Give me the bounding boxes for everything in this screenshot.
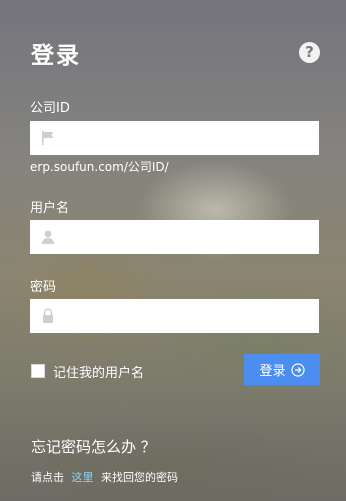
arrow-right-circle-icon — [290, 362, 305, 377]
username-input[interactable] — [62, 220, 312, 254]
password-input[interactable] — [62, 299, 312, 333]
company-id-field[interactable] — [30, 121, 319, 155]
login-button[interactable]: 登录 — [244, 354, 320, 385]
password-label: 密码 — [30, 280, 57, 295]
company-id-hint: erp.soufun.com/公司ID/ — [30, 160, 169, 174]
login-button-label: 登录 — [259, 364, 286, 379]
forgot-password-title: 忘记密码怎么办 ？ — [31, 438, 156, 456]
remember-label[interactable]: 记住我的用户名 — [53, 362, 144, 381]
username-label: 用户名 — [30, 201, 70, 216]
flag-icon — [42, 131, 54, 145]
username-field[interactable] — [30, 220, 319, 254]
lock-icon — [43, 308, 53, 323]
help-icon[interactable]: ? — [299, 42, 320, 63]
forgot-suffix: 来找回您的密码 — [101, 471, 178, 484]
recover-password-link[interactable]: 这里 — [72, 471, 94, 484]
password-field[interactable] — [30, 299, 319, 333]
page-title: 登录 — [31, 43, 81, 69]
company-id-input[interactable] — [62, 121, 312, 155]
remember-row: 记住我的用户名 — [31, 362, 144, 381]
forgot-prefix: 请点击 — [31, 471, 64, 484]
user-icon — [42, 230, 54, 244]
company-id-label: 公司ID — [30, 101, 70, 116]
login-panel: 登录 ? 公司ID erp.soufun.com/公司ID/ 用户名 密码 记住… — [0, 0, 346, 501]
forgot-password-text: 请点击 这里 来找回您的密码 — [31, 469, 178, 485]
remember-checkbox[interactable] — [31, 364, 45, 378]
